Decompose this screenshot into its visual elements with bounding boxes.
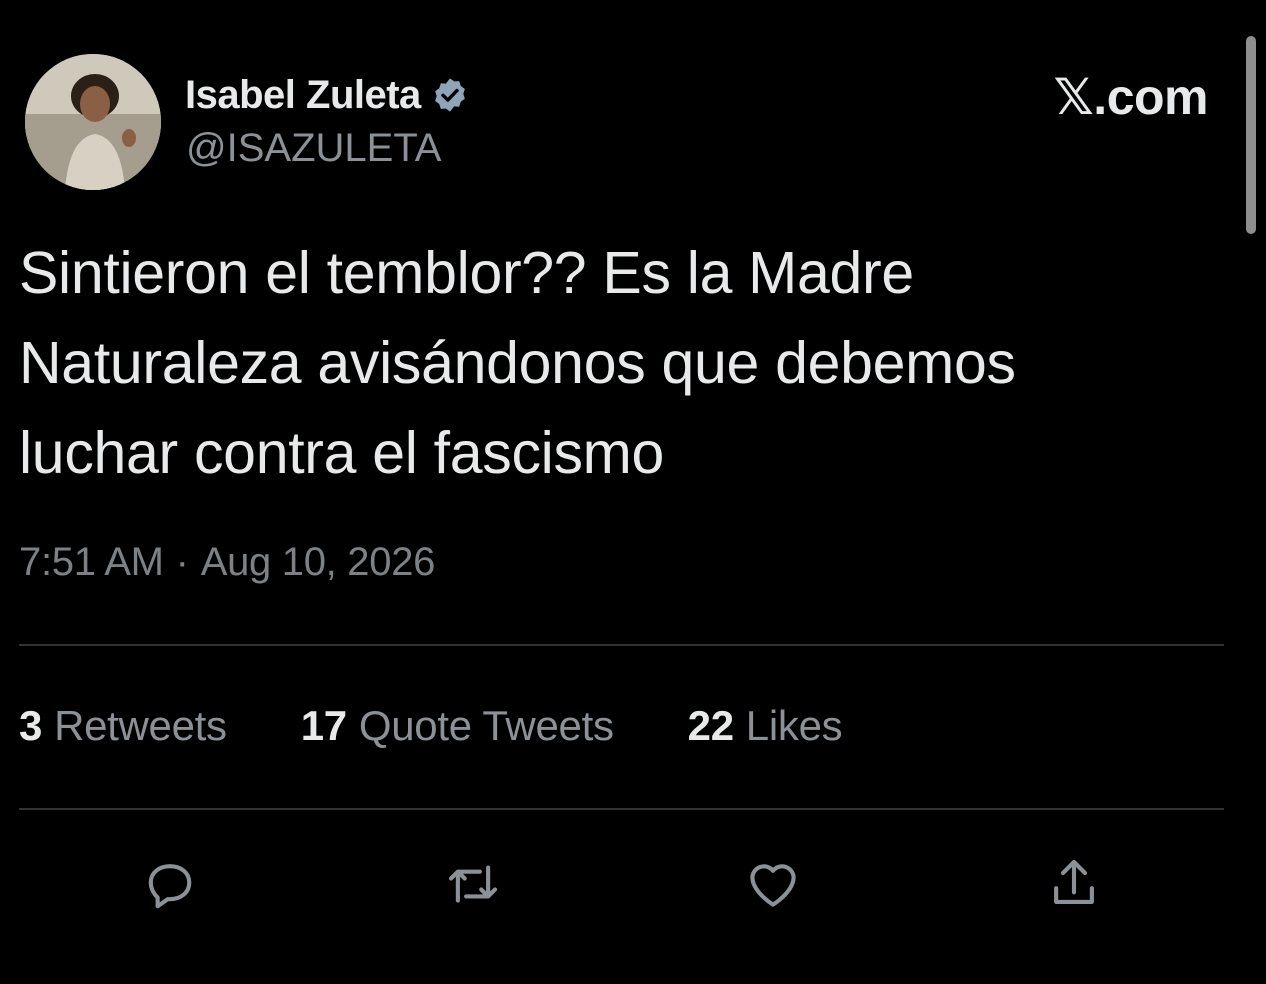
tweet-text-line: Naturaleza avisándonos que debemos [19, 330, 1016, 396]
reply-button[interactable] [134, 848, 206, 920]
quote-tweets-count: 17 [300, 702, 347, 749]
like-button[interactable] [737, 848, 809, 920]
scrollbar[interactable] [1246, 36, 1256, 234]
tweet-text-line: luchar contra el fascismo [19, 420, 665, 486]
share-icon [1054, 859, 1094, 904]
divider [19, 808, 1224, 810]
quote-tweets-label: Quote Tweets [358, 702, 614, 749]
retweets-label: Retweets [54, 702, 227, 749]
retweets-count: 3 [19, 702, 43, 749]
share-button[interactable] [1038, 848, 1110, 920]
reply-icon [148, 864, 192, 909]
likes-count: 22 [687, 702, 734, 749]
separator-dot: · [175, 540, 189, 584]
tweet-card: Isabel Zuleta @ISAZULETA 𝕏.com Sintieron… [0, 0, 1266, 984]
avatar[interactable] [25, 54, 161, 190]
profile-photo-icon [25, 54, 161, 190]
tweet-stats: 3 Retweets 17 Quote Tweets 22 Likes [19, 702, 843, 750]
tweet-actions [0, 848, 1266, 928]
likes-label: Likes [745, 702, 843, 749]
tweet-time[interactable]: 7:51 AM [19, 540, 164, 585]
likes-stat[interactable]: 22 Likes [688, 702, 843, 750]
divider [19, 644, 1224, 646]
tweet-timestamp: 7:51 AM · Aug 10, 2026 [19, 540, 435, 585]
like-icon [750, 864, 796, 907]
display-name[interactable]: Isabel Zuleta [185, 73, 421, 118]
author-handle[interactable]: @ISAZULETA [186, 126, 441, 171]
tweet-date[interactable]: Aug 10, 2026 [201, 540, 436, 585]
brand-logo: 𝕏.com [1053, 69, 1209, 125]
retweet-icon [448, 865, 498, 903]
retweets-stat[interactable]: 3 Retweets [19, 702, 227, 750]
quote-tweets-stat[interactable]: 17 Quote Tweets [301, 702, 614, 750]
author-name-row: Isabel Zuleta [185, 70, 469, 120]
tweet-text: Sintieron el temblor?? Es la Madre Natur… [19, 228, 1219, 498]
tweet-text-line: Sintieron el temblor?? Es la Madre [19, 240, 914, 306]
retweet-button[interactable] [437, 848, 509, 920]
verified-badge-icon [431, 76, 469, 114]
